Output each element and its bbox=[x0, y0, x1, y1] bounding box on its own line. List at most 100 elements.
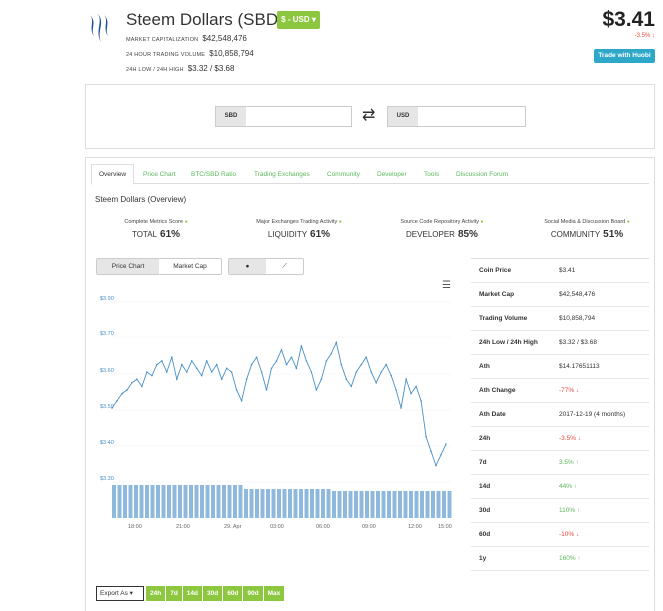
metric-community: Social Media & Discussion Board ● COMMUN… bbox=[527, 219, 647, 240]
price-point bbox=[200, 374, 203, 377]
volume-bar bbox=[183, 485, 188, 518]
volume-bar bbox=[376, 491, 380, 518]
market-cap-button[interactable]: Market Cap bbox=[159, 259, 221, 274]
volume-bar bbox=[172, 485, 177, 518]
tab-price-chart[interactable]: Price Chart bbox=[143, 171, 176, 178]
sbd-tag: SBD bbox=[216, 107, 246, 126]
price-point bbox=[365, 356, 368, 358]
volume-bar bbox=[332, 491, 336, 518]
price-point bbox=[151, 374, 153, 377]
volume-bar bbox=[117, 485, 122, 518]
price-point bbox=[305, 360, 308, 362]
volume-bar bbox=[409, 491, 413, 518]
info-icon: ● bbox=[626, 219, 630, 225]
volume-bar bbox=[277, 489, 281, 518]
range-24h[interactable]: 24h bbox=[146, 586, 166, 601]
volume-stat: 24 Hour Trading Volume $10,858,794 bbox=[126, 49, 254, 58]
price-point bbox=[191, 360, 193, 362]
volume-bar bbox=[304, 489, 309, 518]
volume-bar bbox=[365, 491, 369, 518]
tab-community[interactable]: Community bbox=[327, 171, 360, 178]
volume-bar bbox=[431, 491, 435, 518]
stats-value: $3.41 bbox=[559, 267, 576, 274]
metric-key: DEVELOPER bbox=[406, 230, 455, 239]
info-icon: ● bbox=[480, 219, 484, 225]
price-point bbox=[121, 392, 123, 395]
tab-trading-exchanges[interactable]: Trading Exchanges bbox=[254, 171, 310, 178]
volume-value: $10,858,794 bbox=[209, 49, 254, 58]
price-point bbox=[156, 363, 158, 366]
price-point bbox=[290, 356, 293, 358]
volume-bar bbox=[447, 491, 452, 518]
stats-value: -10% ↓ bbox=[559, 531, 580, 538]
price-change-badge: -3.5% ↓ bbox=[634, 33, 655, 39]
usd-tag: USD bbox=[388, 107, 418, 126]
metric-developer: Source Code Repository Activity ● DEVELO… bbox=[382, 219, 502, 240]
volume-bar bbox=[249, 489, 254, 518]
volume-bar bbox=[403, 491, 408, 518]
price-point bbox=[435, 464, 437, 467]
range-7d[interactable]: 7d bbox=[166, 586, 182, 601]
metric-value: 51% bbox=[603, 229, 624, 240]
price-point bbox=[136, 378, 138, 380]
range-90d[interactable]: 90d bbox=[243, 586, 263, 601]
range-30d[interactable]: 30d bbox=[203, 586, 223, 601]
y-tick-label: $3.90 bbox=[100, 296, 114, 302]
dot-chart-icon[interactable]: ● bbox=[229, 259, 266, 274]
stats-value: $42,548,476 bbox=[559, 291, 596, 298]
stats-table: Coin Price $3.41 Market Cap $42,548,476 Trad… bbox=[471, 258, 649, 571]
volume-bar bbox=[436, 491, 441, 518]
price-point bbox=[310, 371, 313, 373]
tab-discussion-forum[interactable]: Discussion Forum bbox=[456, 171, 508, 178]
swap-arrows-icon[interactable]: ⇄ bbox=[362, 108, 375, 124]
stats-key: 1y bbox=[479, 555, 487, 562]
price-point bbox=[355, 371, 358, 373]
currency-select-button[interactable]: $ - USD ▾ bbox=[277, 11, 320, 29]
stats-value: 3.5% ↑ bbox=[559, 459, 579, 466]
stats-value: -3.5% ↓ bbox=[559, 435, 582, 442]
range-14d[interactable]: 14d bbox=[182, 586, 202, 601]
trade-button[interactable]: Trade with Huobi bbox=[594, 49, 655, 63]
stats-key: Market Cap bbox=[479, 291, 515, 298]
metric-total: Complete Metrics Score ● TOTAL 61% bbox=[96, 219, 216, 240]
sbd-input[interactable]: SBD bbox=[215, 106, 352, 127]
price-chart-button[interactable]: Price Chart bbox=[97, 259, 159, 274]
chart-style-toggle: ● ⟋ bbox=[228, 258, 304, 275]
price-point bbox=[330, 352, 333, 355]
price-point bbox=[210, 371, 213, 373]
price-point bbox=[215, 363, 218, 366]
volume-bar bbox=[381, 491, 386, 518]
coin-detail-panel: Overview Price Chart BTC/SBD Ratio Tradi… bbox=[85, 157, 655, 611]
price-point bbox=[410, 392, 412, 395]
range-60d[interactable]: 60d bbox=[223, 586, 243, 601]
tab-developer[interactable]: Developer bbox=[377, 171, 407, 178]
price-point bbox=[395, 389, 397, 391]
metric-label: Complete Metrics Score bbox=[124, 219, 184, 225]
volume-bar bbox=[310, 489, 314, 518]
volume-bar bbox=[167, 485, 171, 518]
price-point bbox=[235, 389, 238, 391]
overview-title: Steem Dollars (Overview) bbox=[95, 195, 187, 204]
line-chart-icon[interactable]: ⟋ bbox=[266, 259, 303, 274]
range-buttons: 24h 7d 14d 30d 60d 90d Max bbox=[146, 586, 285, 601]
stats-key: Coin Price bbox=[479, 267, 512, 274]
volume-bar bbox=[156, 485, 160, 518]
x-tick-label: 03:00 bbox=[270, 524, 284, 530]
tab-overview[interactable]: Overview bbox=[91, 164, 135, 185]
tab-btc-ratio[interactable]: BTC/SBD Ratio bbox=[191, 171, 236, 178]
volume-bar bbox=[343, 491, 347, 518]
price-point bbox=[205, 360, 208, 362]
volume-bar bbox=[260, 489, 265, 518]
price-point bbox=[375, 382, 378, 384]
usd-input[interactable]: USD bbox=[387, 106, 526, 127]
price-point bbox=[141, 385, 143, 388]
low-high-stat: 24h Low / 24h High $3.32 / $3.68 bbox=[126, 64, 234, 73]
export-dropdown[interactable]: Export As ▾ bbox=[96, 586, 144, 601]
range-max[interactable]: Max bbox=[263, 586, 285, 601]
volume-bar bbox=[211, 485, 215, 518]
tab-tools[interactable]: Tools bbox=[424, 171, 439, 178]
stats-row: Coin Price $3.41 bbox=[471, 259, 649, 283]
info-icon: ● bbox=[184, 219, 188, 225]
price-point bbox=[195, 367, 198, 370]
volume-bar bbox=[139, 485, 144, 518]
